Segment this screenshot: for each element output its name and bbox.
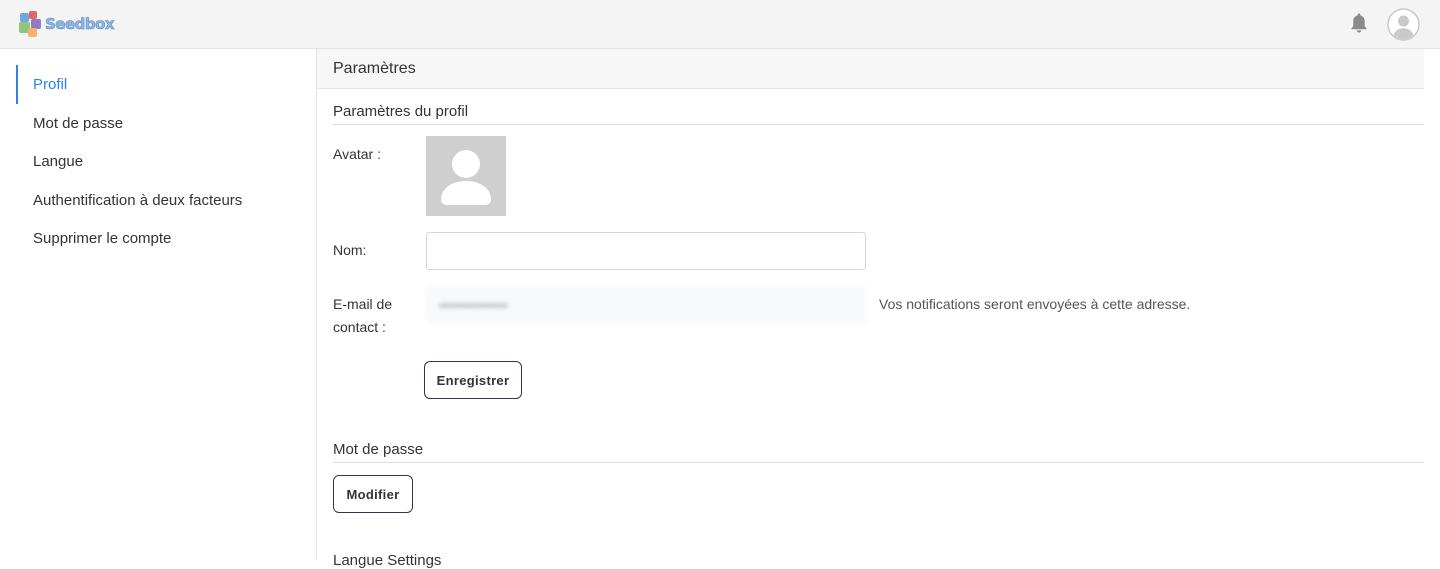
- email-label-line2: contact :: [333, 319, 386, 335]
- sidebar-item-mot-de-passe[interactable]: Mot de passe: [16, 104, 306, 143]
- name-input[interactable]: [426, 232, 866, 270]
- language-section-title: Langue Settings: [333, 552, 442, 569]
- email-hint: Vos notifications seront envoyées à cett…: [879, 296, 1191, 312]
- profile-section-title: Paramètres du profil: [333, 103, 1424, 125]
- bell-icon[interactable]: [1350, 12, 1368, 34]
- app-logo[interactable]: Seedbox: [17, 10, 115, 38]
- settings-main: Paramètres Paramètres du profil Avatar :…: [317, 49, 1440, 569]
- modify-password-button[interactable]: Modifier: [333, 475, 413, 513]
- sidebar-item-two-factor[interactable]: Authentification à deux facteurs: [16, 181, 306, 220]
- email-label-line1: E-mail de: [333, 296, 393, 312]
- avatar-placeholder-icon: [441, 150, 491, 205]
- save-button[interactable]: Enregistrer: [424, 361, 522, 399]
- top-bar: Seedbox: [0, 0, 1440, 49]
- email-label: E-mail de contact :: [333, 293, 392, 339]
- name-label: Nom:: [333, 242, 367, 258]
- app-logo-text: Seedbox: [45, 15, 115, 34]
- user-avatar-icon[interactable]: [1387, 8, 1420, 41]
- password-section-title: Mot de passe: [333, 441, 1424, 463]
- seedbox-logo-icon: [17, 11, 43, 37]
- sidebar-item-delete-account[interactable]: Supprimer le compte: [16, 219, 306, 258]
- sidebar-item-langue[interactable]: Langue: [16, 142, 306, 181]
- settings-sidebar: Profil Mot de passe Langue Authentificat…: [0, 49, 317, 560]
- page-title: Paramètres: [317, 49, 1424, 89]
- avatar-label: Avatar :: [333, 146, 381, 162]
- email-field[interactable]: [426, 286, 866, 324]
- avatar-upload[interactable]: [426, 136, 506, 216]
- sidebar-item-profil[interactable]: Profil: [16, 65, 306, 104]
